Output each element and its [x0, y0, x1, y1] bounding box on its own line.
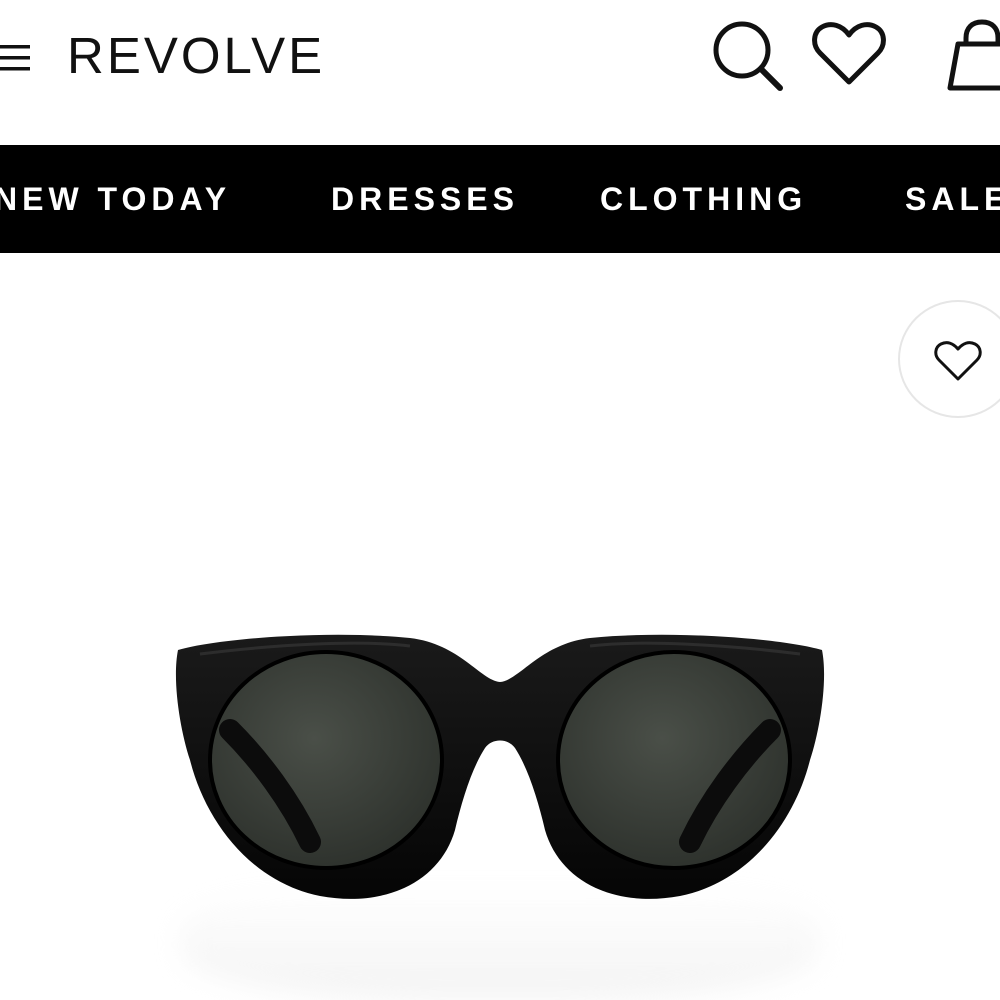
nav-item-clothing[interactable]: CLOTHING	[600, 181, 807, 217]
add-to-wishlist-button[interactable]	[898, 300, 1000, 418]
product-page: REVOLVE NEW TODAY DRESSES CLOTHING SALE	[0, 0, 1000, 1000]
brand-logo[interactable]: REVOLVE	[67, 26, 325, 86]
nav-item-sale[interactable]: SALE	[905, 181, 1000, 217]
site-header: REVOLVE	[0, 0, 1000, 145]
search-icon[interactable]	[712, 20, 784, 92]
nav-item-dresses[interactable]: DRESSES	[331, 181, 519, 217]
hamburger-menu-icon[interactable]	[0, 42, 32, 74]
heart-icon[interactable]	[812, 22, 886, 86]
heart-outline-icon	[934, 341, 982, 381]
category-nav-bar: NEW TODAY DRESSES CLOTHING SALE	[0, 145, 1000, 253]
product-image-sunglasses[interactable]	[160, 620, 840, 920]
shopping-bag-icon[interactable]	[944, 18, 1000, 92]
nav-item-new-today[interactable]: NEW TODAY	[0, 181, 231, 217]
